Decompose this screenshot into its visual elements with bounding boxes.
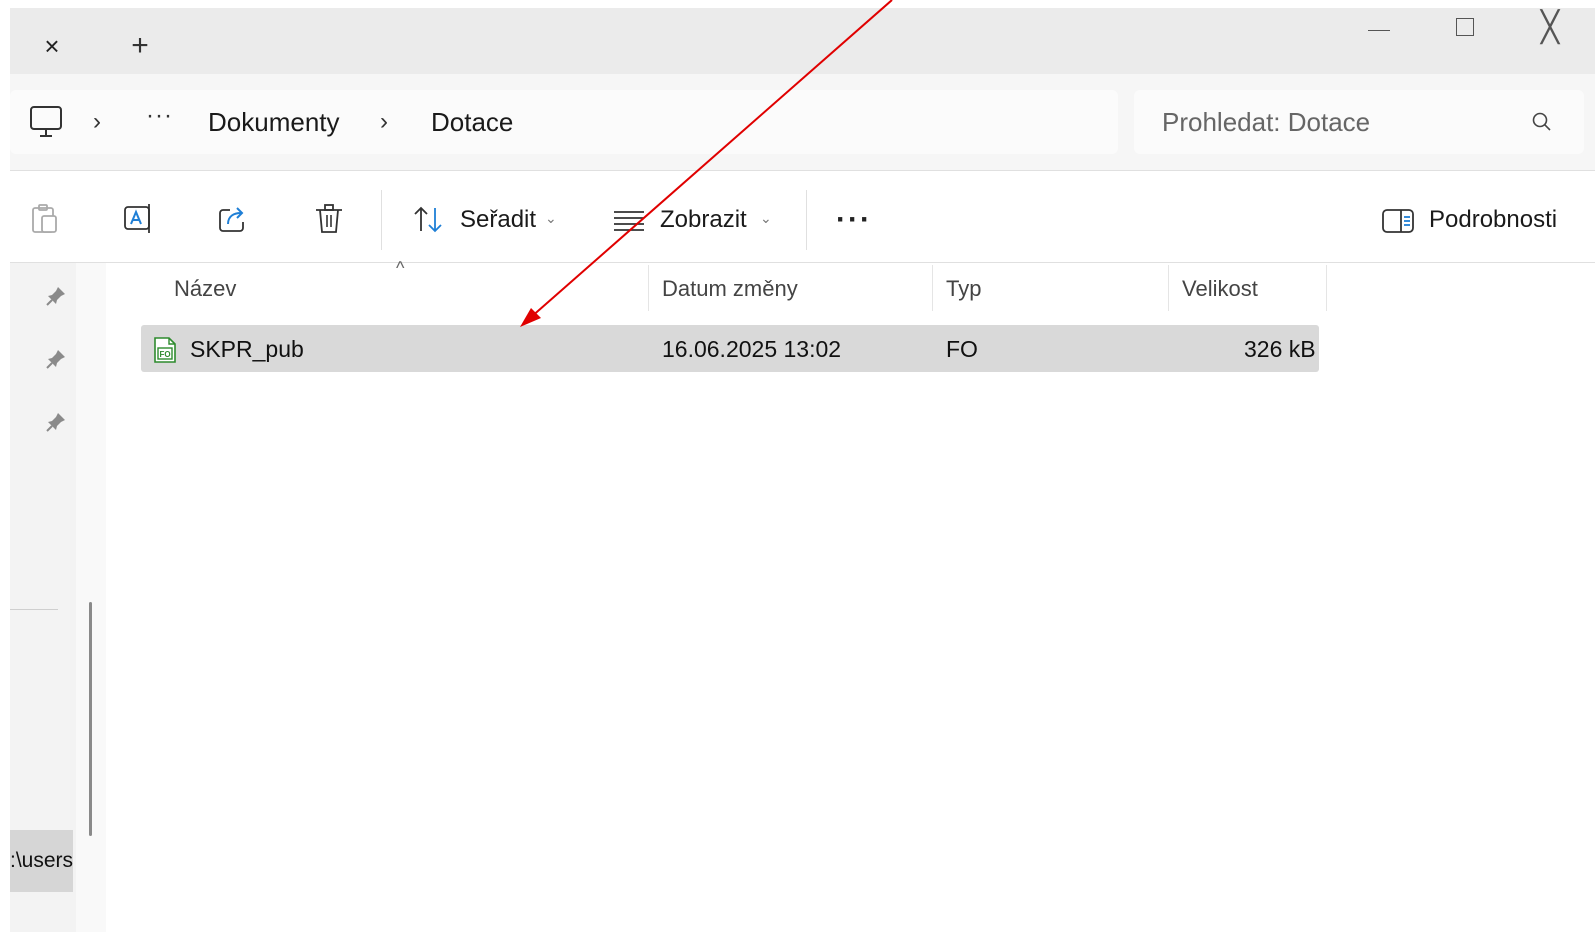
breadcrumb-chevron-icon[interactable]: › (93, 108, 101, 136)
column-divider[interactable] (648, 265, 649, 311)
window-close-icon[interactable]: ╳ (1528, 10, 1572, 46)
toolbar-separator (381, 190, 382, 250)
breadcrumb-item-dotace[interactable]: Dotace (431, 107, 513, 138)
column-header-type[interactable]: Typ (946, 276, 981, 302)
column-header-size[interactable]: Velikost (1182, 276, 1258, 302)
breadcrumb[interactable] (10, 90, 1118, 154)
nav-scrollbar[interactable] (89, 602, 92, 836)
tab-close-icon[interactable]: × (32, 26, 72, 66)
chevron-down-icon[interactable]: ⌄ (545, 210, 557, 227)
monitor-icon[interactable] (26, 104, 66, 140)
maximize-icon[interactable] (1447, 14, 1481, 42)
search-icon[interactable] (1530, 110, 1554, 134)
breadcrumb-more-button[interactable]: ··· (146, 102, 173, 130)
nav-separator (10, 609, 58, 610)
details-button[interactable]: Podrobnosti (1429, 206, 1557, 234)
details-pane-icon[interactable] (1381, 203, 1415, 237)
file-size: 326 kB (1244, 336, 1316, 362)
sort-button[interactable]: Seřadit (460, 206, 536, 234)
breadcrumb-item-dokumenty[interactable]: Dokumenty (208, 107, 340, 138)
delete-icon[interactable] (312, 202, 346, 236)
column-header-name[interactable]: Název (174, 276, 236, 302)
column-divider[interactable] (1168, 265, 1169, 311)
column-divider[interactable] (932, 265, 933, 311)
toolbar-separator (806, 190, 807, 250)
sort-icon[interactable] (412, 203, 446, 237)
file-name[interactable]: SKPR_pub (190, 336, 304, 363)
pin-icon[interactable] (44, 347, 68, 371)
chevron-down-icon[interactable]: ⌄ (760, 210, 772, 227)
pin-icon[interactable] (44, 284, 68, 308)
column-header-date[interactable]: Datum změny (662, 276, 798, 302)
pin-icon[interactable] (44, 410, 68, 434)
nav-item-users-path[interactable]: :\users (10, 830, 73, 892)
breadcrumb-chevron-icon[interactable]: › (380, 108, 388, 136)
search-input[interactable] (1150, 100, 1522, 144)
sort-ascending-icon: ^ (396, 258, 405, 278)
rename-icon[interactable] (122, 202, 156, 236)
paste-icon[interactable] (28, 202, 62, 236)
title-bar (10, 8, 1595, 74)
new-tab-icon[interactable]: + (118, 26, 162, 66)
file-date: 16.06.2025 13:02 (662, 336, 842, 362)
file-type: FO (946, 336, 978, 362)
more-options-button[interactable]: ··· (836, 203, 872, 237)
column-divider[interactable] (1326, 265, 1327, 311)
view-icon[interactable] (612, 203, 646, 237)
fo-file-icon: FO (154, 337, 176, 363)
minimize-icon[interactable] (1360, 18, 1400, 38)
divider (10, 262, 1595, 263)
svg-text:FO: FO (160, 350, 171, 359)
nav-item-label: :\users (10, 849, 73, 872)
view-button[interactable]: Zobrazit (660, 206, 747, 234)
share-icon[interactable] (216, 202, 250, 236)
